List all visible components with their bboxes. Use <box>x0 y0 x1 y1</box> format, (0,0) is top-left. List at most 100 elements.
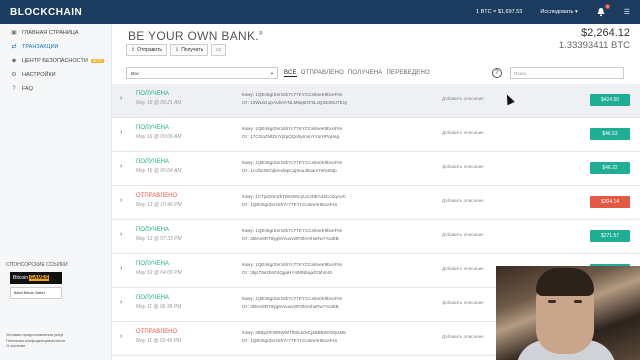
table-row[interactable]: › ПОЛУЧЕНА May 16 @ 09:06 AM Кому: 1QEn5grZ… <box>112 118 640 152</box>
about-link[interactable]: О системе <box>6 343 65 349</box>
add-description-link[interactable]: Добавить описание <box>442 198 484 203</box>
tx-status: ПОЛУЧЕНА <box>136 159 169 165</box>
btc-rate: 1 BTC = $1,697.53 <box>476 9 523 15</box>
chevron-right-icon[interactable]: › <box>120 163 122 170</box>
sidebar-item-label: FAQ <box>22 86 34 92</box>
sidebar-item-home[interactable]: ▣ ГЛАВНАЯ СТРАНИЦА <box>0 26 111 40</box>
registered-mark: ® <box>258 31 263 37</box>
notification-badge: 5 <box>605 4 610 9</box>
tx-status: ОТПРАВЛЕНО <box>136 329 178 335</box>
print-button[interactable]: ▭ <box>211 44 226 56</box>
chevron-right-icon[interactable]: › <box>120 129 122 136</box>
tx-amount[interactable]: $204.14 <box>590 196 630 208</box>
ad-text: Ballet Bitcoin Wallet <box>14 291 45 295</box>
chevron-right-icon[interactable]: › <box>120 265 122 272</box>
beta-badge: BETA <box>90 59 104 63</box>
tx-to: Кому: 1QEn5grZer16hYc77KYCCe6neK9bceFim <box>242 228 343 233</box>
tx-date: May 11 @ 02:45 PM <box>136 338 182 344</box>
add-description-link[interactable]: Добавить описание <box>442 232 484 237</box>
tx-from: От: 13WLBzupAUkNYNLM6q6GF2LxQ3SS8U7Exy <box>242 100 348 105</box>
chevron-right-icon[interactable]: › <box>120 95 122 102</box>
tx-amount[interactable]: $46.53 <box>590 128 630 140</box>
receive-icon: ⇩ <box>175 47 180 53</box>
tx-to: Кому: 35Bp2rFWRWW7fMSJxNCjxBBBWXMy4Mn <box>242 330 347 335</box>
tx-date: May 16 @ 05:04 AM <box>136 168 182 174</box>
send-icon: ⇪ <box>131 47 136 53</box>
add-description-link[interactable]: Добавить описание <box>442 96 484 101</box>
bitcoin-games-ad[interactable]: Bitcoin GAMES <box>10 272 62 284</box>
page-title-text: BE YOUR OWN BANK. <box>128 29 259 43</box>
sidebar-item-settings[interactable]: ⚙ НАСТРОЙКИ <box>0 68 111 82</box>
gear-icon: ⚙ <box>11 72 17 78</box>
receive-label: Получить <box>181 47 204 53</box>
balance-usd: $2,264.12 <box>581 27 630 39</box>
search-input[interactable]: Поиск <box>509 67 624 79</box>
terms-link[interactable]: Условия предоставления услуг <box>6 332 65 338</box>
tx-status: ПОЛУЧЕНА <box>136 227 169 233</box>
add-description-link[interactable]: Добавить описание <box>442 266 484 271</box>
balance[interactable]: $2,264.12 1.33393411 BTC <box>559 27 630 51</box>
balance-btc: 1.33393411 BTC <box>558 40 630 51</box>
explore-menu[interactable]: Исследовать ▾ <box>540 9 577 15</box>
chevron-right-icon[interactable]: › <box>120 197 122 204</box>
ad-highlight: GAMES <box>29 275 50 281</box>
tx-to: Кому: 1QEn5grZer16hYc77KYCCe6neK9bceFim <box>242 126 343 131</box>
sidebar-item-faq[interactable]: ? FAQ <box>0 82 111 96</box>
tx-status: ПОЛУЧЕНА <box>136 261 169 267</box>
receive-button[interactable]: ⇩ Получить <box>170 44 209 56</box>
tx-to: Кому: 1QEn5grZer16hYc77KYCCe6neK9bceFim <box>242 296 343 301</box>
hair <box>536 268 594 296</box>
top-bar: BLOCKCHAIN 1 BTC = $1,697.53 Исследовать… <box>0 0 640 24</box>
tx-date: May 13 @ 10:46 PM <box>136 202 182 208</box>
tx-from: От: 1QEn5grZer16hYc77KYCCe6neK9bceFim <box>242 202 338 207</box>
tx-to: Кому: 1QEn5grZer16hYc77KYCCe6neK9bceFim <box>242 160 343 165</box>
tab-received[interactable]: ПОЛУЧЕНА <box>348 70 383 77</box>
tx-from: От: 3MAn5RT8yg6Vnuxv2tPZkVnhuRw7YaJ8B <box>242 236 339 241</box>
tx-status: ПОЛУЧЕНА <box>136 91 169 97</box>
tx-from: От: 1QEn5grZer16hYc77KYCCe6neK9bceFim <box>242 338 338 343</box>
send-button[interactable]: ⇪ Отправить <box>126 44 167 56</box>
table-row[interactable]: › ОТПРАВЛЕНО May 13 @ 10:46 PM Кому: 1CTjaG… <box>112 186 640 220</box>
help-icon[interactable]: ? <box>491 68 502 78</box>
shield-icon: ◆ <box>11 58 17 64</box>
table-row[interactable]: › ПОЛУЧЕНА May 13 @ 07:33 PM Кому: 1QEn5grZ… <box>112 220 640 254</box>
sidebar-item-label: ТРАНЗАКЦИИ <box>22 44 59 50</box>
tx-amount[interactable]: $46.22 <box>590 162 630 174</box>
sidebar-item-security[interactable]: ◆ ЦЕНТР БЕЗОПАСНОСТИ BETA <box>0 54 111 68</box>
webcam-overlay <box>496 266 640 360</box>
tx-date: May 11 @ 06:38 PM <box>136 304 182 310</box>
chevron-right-icon[interactable]: › <box>120 299 122 306</box>
add-description-link[interactable]: Добавить описание <box>442 130 484 135</box>
blockchain-logo[interactable]: BLOCKCHAIN <box>10 7 82 18</box>
wallet-select[interactable]: Все ▼ <box>126 67 278 79</box>
table-row[interactable]: › ПОЛУЧЕНА May 18 @ 09:21 AM Кому: 1QEn5grZ… <box>112 84 640 118</box>
tab-all[interactable]: ВСЕ <box>284 70 297 77</box>
page-title: BE YOUR OWN BANK.® <box>128 29 263 43</box>
tx-amount[interactable]: $424.50 <box>590 94 630 106</box>
add-description-link[interactable]: Добавить описание <box>442 300 484 305</box>
tx-status: ПОЛУЧЕНА <box>136 125 169 131</box>
tab-sent[interactable]: ОТПРАВЛЕНО <box>301 70 344 77</box>
tab-transferred[interactable]: ПЕРЕВЕДЕНО <box>386 70 429 77</box>
tx-amount[interactable]: $271.57 <box>590 230 630 242</box>
table-row[interactable]: › ПОЛУЧЕНА May 16 @ 05:04 AM Кому: 1QEn5grZ… <box>112 152 640 186</box>
add-description-link[interactable]: Добавить описание <box>442 334 484 339</box>
tx-date: May 18 @ 09:21 AM <box>136 100 182 106</box>
sponsor-title: СПОНСОРСКИЕ ССЫЛКИ <box>6 262 68 268</box>
tx-to: Кому: 1QEn5grZer16hYc77KYCCe6neK9bceFim <box>242 262 343 267</box>
sidebar-item-transactions[interactable]: ⇄ ТРАНЗАКЦИИ <box>0 40 111 54</box>
chevron-down-icon: ▼ <box>270 71 274 76</box>
tx-from: От: 35jz75a2b8zSQgaHY493NbajxfG5hmSt <box>242 270 332 275</box>
tx-from: От: 17CGoZNfZmYjZpQQo9ytmmYVurHPqHaq <box>242 134 340 139</box>
bell-icon[interactable]: 5 <box>596 4 610 17</box>
add-description-link[interactable]: Добавить описание <box>442 164 484 169</box>
user-menu-icon[interactable]: ☰ <box>624 8 630 16</box>
tx-status: ПОЛУЧЕНА <box>136 295 169 301</box>
wallet-ad[interactable]: Ballet Bitcoin Wallet <box>10 287 62 299</box>
tx-from: От: 3MAn5RT8yg6Vnuxv2tPZkVnhuRw7YaJ8B <box>242 304 339 309</box>
sidebar: ▣ ГЛАВНАЯ СТРАНИЦА ⇄ ТРАНЗАКЦИИ ◆ ЦЕНТР … <box>0 24 112 360</box>
tx-from: От: 1A1fw39chjbrexMpCajSouJbaam7eN493p <box>242 168 337 173</box>
tx-to: Кому: 1CTjaGNnZkTjWx95CyUCrDEA45CcZqAoC <box>242 194 346 199</box>
chevron-right-icon[interactable]: › <box>120 231 122 238</box>
chevron-right-icon[interactable]: › <box>120 333 122 340</box>
